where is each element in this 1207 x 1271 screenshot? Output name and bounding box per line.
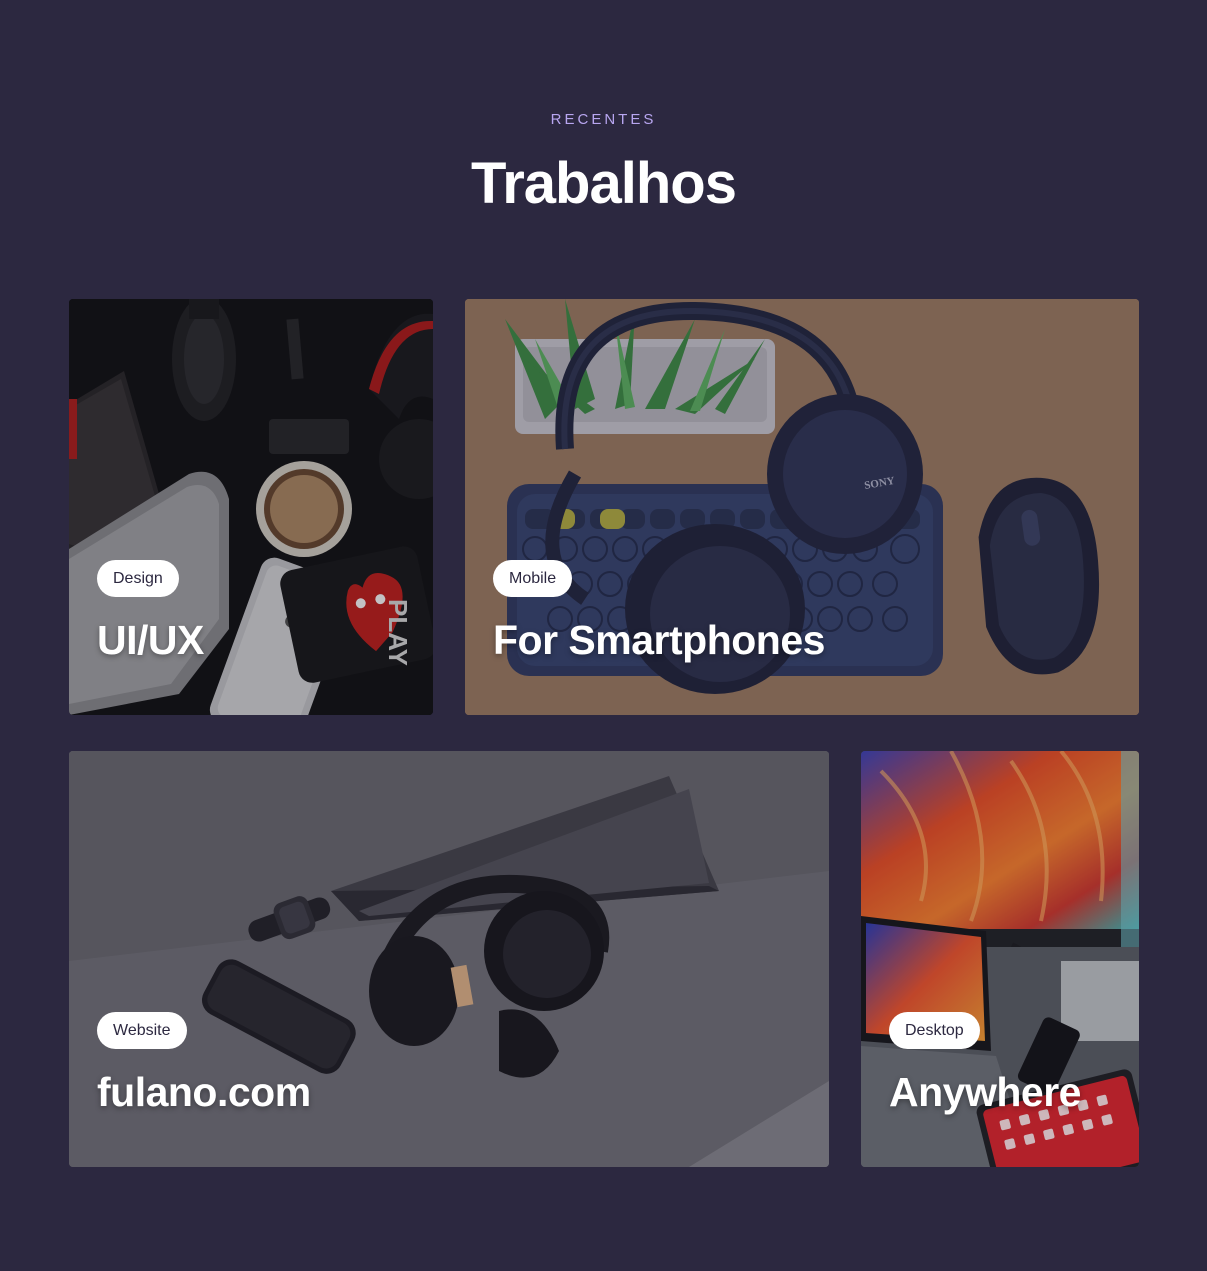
card-tag: Website bbox=[97, 1012, 187, 1049]
card-tag: Design bbox=[97, 560, 179, 597]
work-card-website[interactable]: Website fulano.com bbox=[69, 751, 829, 1167]
card-title: For Smartphones bbox=[493, 617, 825, 663]
card-title: Anywhere bbox=[889, 1069, 1081, 1115]
section-title: Trabalhos bbox=[471, 151, 737, 216]
card-tag: Desktop bbox=[889, 1012, 980, 1049]
work-card-desktop[interactable]: Desktop Anywhere bbox=[861, 751, 1139, 1167]
card-title: fulano.com bbox=[97, 1069, 311, 1115]
section-eyebrow: RECENTES bbox=[550, 111, 657, 128]
card-tag: Mobile bbox=[493, 560, 573, 597]
card-title: UI/UX bbox=[97, 617, 204, 663]
work-card-smartphones[interactable]: SONY Mobile For Smartphones bbox=[465, 299, 1139, 715]
work-card-uiux[interactable]: PLAY Design UI/UX bbox=[69, 299, 433, 715]
